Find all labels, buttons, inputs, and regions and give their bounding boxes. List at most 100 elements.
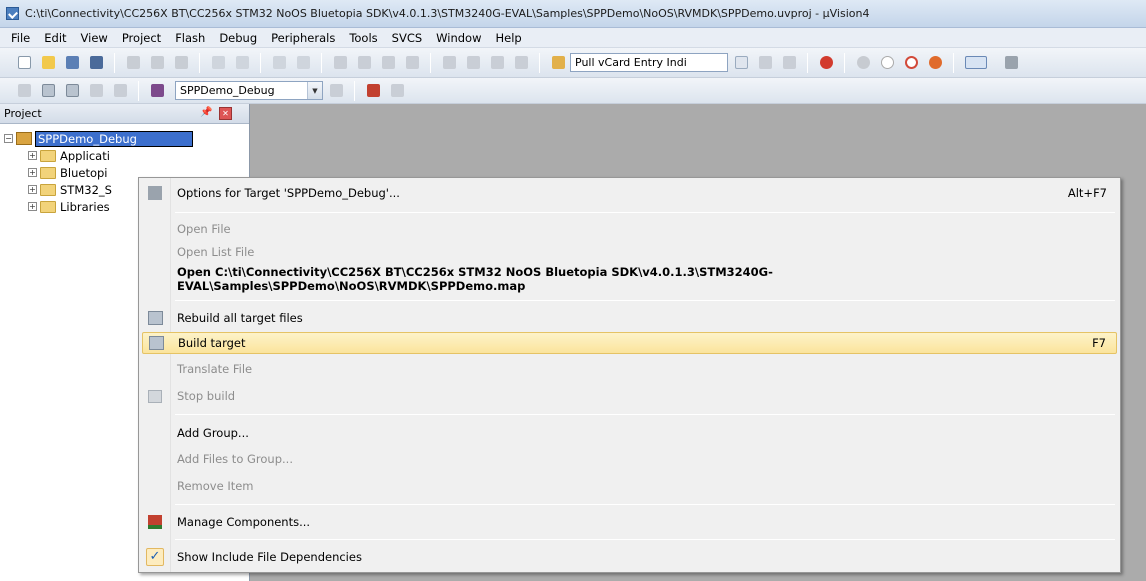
components-icon — [366, 84, 380, 97]
configure-button[interactable] — [1002, 54, 1020, 72]
menu-stop-build[interactable]: Stop build — [142, 385, 1117, 407]
window-layout-icon — [965, 56, 987, 69]
undo-button[interactable] — [209, 54, 227, 72]
expand-icon[interactable]: + — [28, 202, 37, 211]
manage-components-button[interactable] — [364, 82, 382, 100]
menu-show-include-deps[interactable]: ✓ Show Include File Dependencies — [142, 546, 1117, 568]
file-extensions-button[interactable] — [388, 82, 406, 100]
rebuild-icon — [65, 84, 79, 97]
menu-open-list-file[interactable]: Open List File — [142, 241, 1117, 263]
indent-icon — [442, 56, 456, 69]
menu-window[interactable]: Window — [429, 28, 488, 48]
file-toolbar: Pull vCard Entry Indi — [0, 48, 1146, 78]
incremental-find-icon — [782, 56, 796, 69]
kill-breakpoints-icon — [928, 56, 942, 69]
menu-options-for-target[interactable]: Options for Target 'SPPDemo_Debug'... Al… — [142, 182, 1117, 204]
prev-bookmark-button[interactable] — [355, 54, 373, 72]
target-options-button[interactable] — [327, 82, 345, 100]
next-bookmark-button[interactable] — [379, 54, 397, 72]
clear-bookmarks-icon — [405, 56, 419, 69]
menu-svcs[interactable]: SVCS — [385, 28, 430, 48]
menu-remove-item[interactable]: Remove Item — [142, 475, 1117, 497]
menu-label: Open C:\ti\Connectivity\CC256X BT\CC256x… — [177, 265, 773, 293]
undo-icon — [211, 56, 225, 69]
toolbar-separator — [354, 80, 355, 101]
disable-breakpoints-button[interactable] — [902, 54, 920, 72]
save-button[interactable] — [63, 54, 81, 72]
menu-project[interactable]: Project — [115, 28, 168, 48]
build-button[interactable] — [39, 82, 57, 100]
expand-icon[interactable]: + — [28, 185, 37, 194]
menu-label: Translate File — [177, 362, 253, 376]
insert-breakpoint-button[interactable] — [854, 54, 872, 72]
folder-open-icon — [41, 56, 55, 69]
expand-icon[interactable]: + — [28, 168, 37, 177]
arrow-left-icon — [272, 56, 286, 69]
menu-label: Options for Target 'SPPDemo_Debug'... — [177, 186, 400, 200]
incremental-find-button[interactable] — [780, 54, 798, 72]
close-icon[interactable]: ✕ — [219, 107, 232, 120]
kill-breakpoints-button[interactable] — [926, 54, 944, 72]
build-icon — [41, 84, 55, 97]
root-label[interactable]: SPPDemo_Debug — [35, 130, 193, 147]
menu-edit[interactable]: Edit — [37, 28, 73, 48]
menu-label: Add Files to Group... — [177, 452, 293, 466]
menu-debug[interactable]: Debug — [212, 28, 264, 48]
menu-peripherals[interactable]: Peripherals — [264, 28, 342, 48]
bookmark-button[interactable] — [331, 54, 349, 72]
menu-add-group[interactable]: Add Group... — [142, 422, 1117, 444]
toolbar-separator — [199, 52, 200, 73]
menu-help[interactable]: Help — [489, 28, 529, 48]
chevron-down-icon[interactable]: ▼ — [307, 82, 322, 99]
menu-separator — [175, 539, 1115, 540]
find-in-files-button[interactable] — [549, 54, 567, 72]
menu-open-file[interactable]: Open File — [142, 218, 1117, 240]
menu-manage-components[interactable]: Manage Components... — [142, 511, 1117, 533]
uncomment-button[interactable] — [512, 54, 530, 72]
window-layout-button[interactable] — [963, 54, 989, 72]
find-dropdown-button[interactable] — [732, 54, 750, 72]
comment-button[interactable] — [488, 54, 506, 72]
pin-icon[interactable]: 📌 — [200, 107, 212, 118]
collapse-icon[interactable]: − — [4, 134, 13, 143]
checkmark-icon: ✓ — [142, 546, 168, 568]
menu-view[interactable]: View — [74, 28, 115, 48]
menu-build-target[interactable]: Build target F7 — [142, 332, 1117, 354]
menu-bar: File Edit View Project Flash Debug Perip… — [0, 28, 1146, 48]
debug-session-button[interactable] — [817, 54, 835, 72]
stop-build-button[interactable] — [111, 82, 129, 100]
find-button[interactable] — [756, 54, 774, 72]
unindent-button[interactable] — [464, 54, 482, 72]
save-all-button[interactable] — [87, 54, 105, 72]
menu-flash[interactable]: Flash — [168, 28, 212, 48]
paste-button[interactable] — [172, 54, 190, 72]
rebuild-button[interactable] — [63, 82, 81, 100]
menu-open-map-file[interactable]: Open C:\ti\Connectivity\CC256X BT\CC256x… — [142, 265, 1117, 293]
nav-back-button[interactable] — [270, 54, 288, 72]
enable-breakpoint-button[interactable] — [878, 54, 896, 72]
open-file-button[interactable] — [39, 54, 57, 72]
menu-separator — [175, 414, 1115, 415]
new-file-button[interactable] — [15, 54, 33, 72]
expand-icon[interactable]: + — [28, 151, 37, 160]
menu-file[interactable]: File — [4, 28, 37, 48]
translate-button[interactable] — [15, 82, 33, 100]
clear-bookmarks-button[interactable] — [403, 54, 421, 72]
indent-button[interactable] — [440, 54, 458, 72]
menu-rebuild-all[interactable]: Rebuild all target files — [142, 307, 1117, 329]
nav-forward-button[interactable] — [294, 54, 312, 72]
menu-tools[interactable]: Tools — [342, 28, 384, 48]
menu-translate-file[interactable]: Translate File — [142, 358, 1117, 380]
tree-group[interactable]: + Applicati — [0, 147, 249, 164]
batch-build-button[interactable] — [87, 82, 105, 100]
cut-button[interactable] — [124, 54, 142, 72]
download-button[interactable] — [148, 82, 166, 100]
tree-root[interactable]: − SPPDemo_Debug — [0, 130, 249, 147]
prev-bookmark-icon — [357, 56, 371, 69]
copy-button[interactable] — [148, 54, 166, 72]
find-combo[interactable]: Pull vCard Entry Indi — [570, 53, 728, 72]
redo-button[interactable] — [233, 54, 251, 72]
target-combo[interactable]: SPPDemo_Debug ▼ — [175, 81, 323, 100]
menu-add-files[interactable]: Add Files to Group... — [142, 448, 1117, 470]
toolbar-separator — [844, 52, 845, 73]
